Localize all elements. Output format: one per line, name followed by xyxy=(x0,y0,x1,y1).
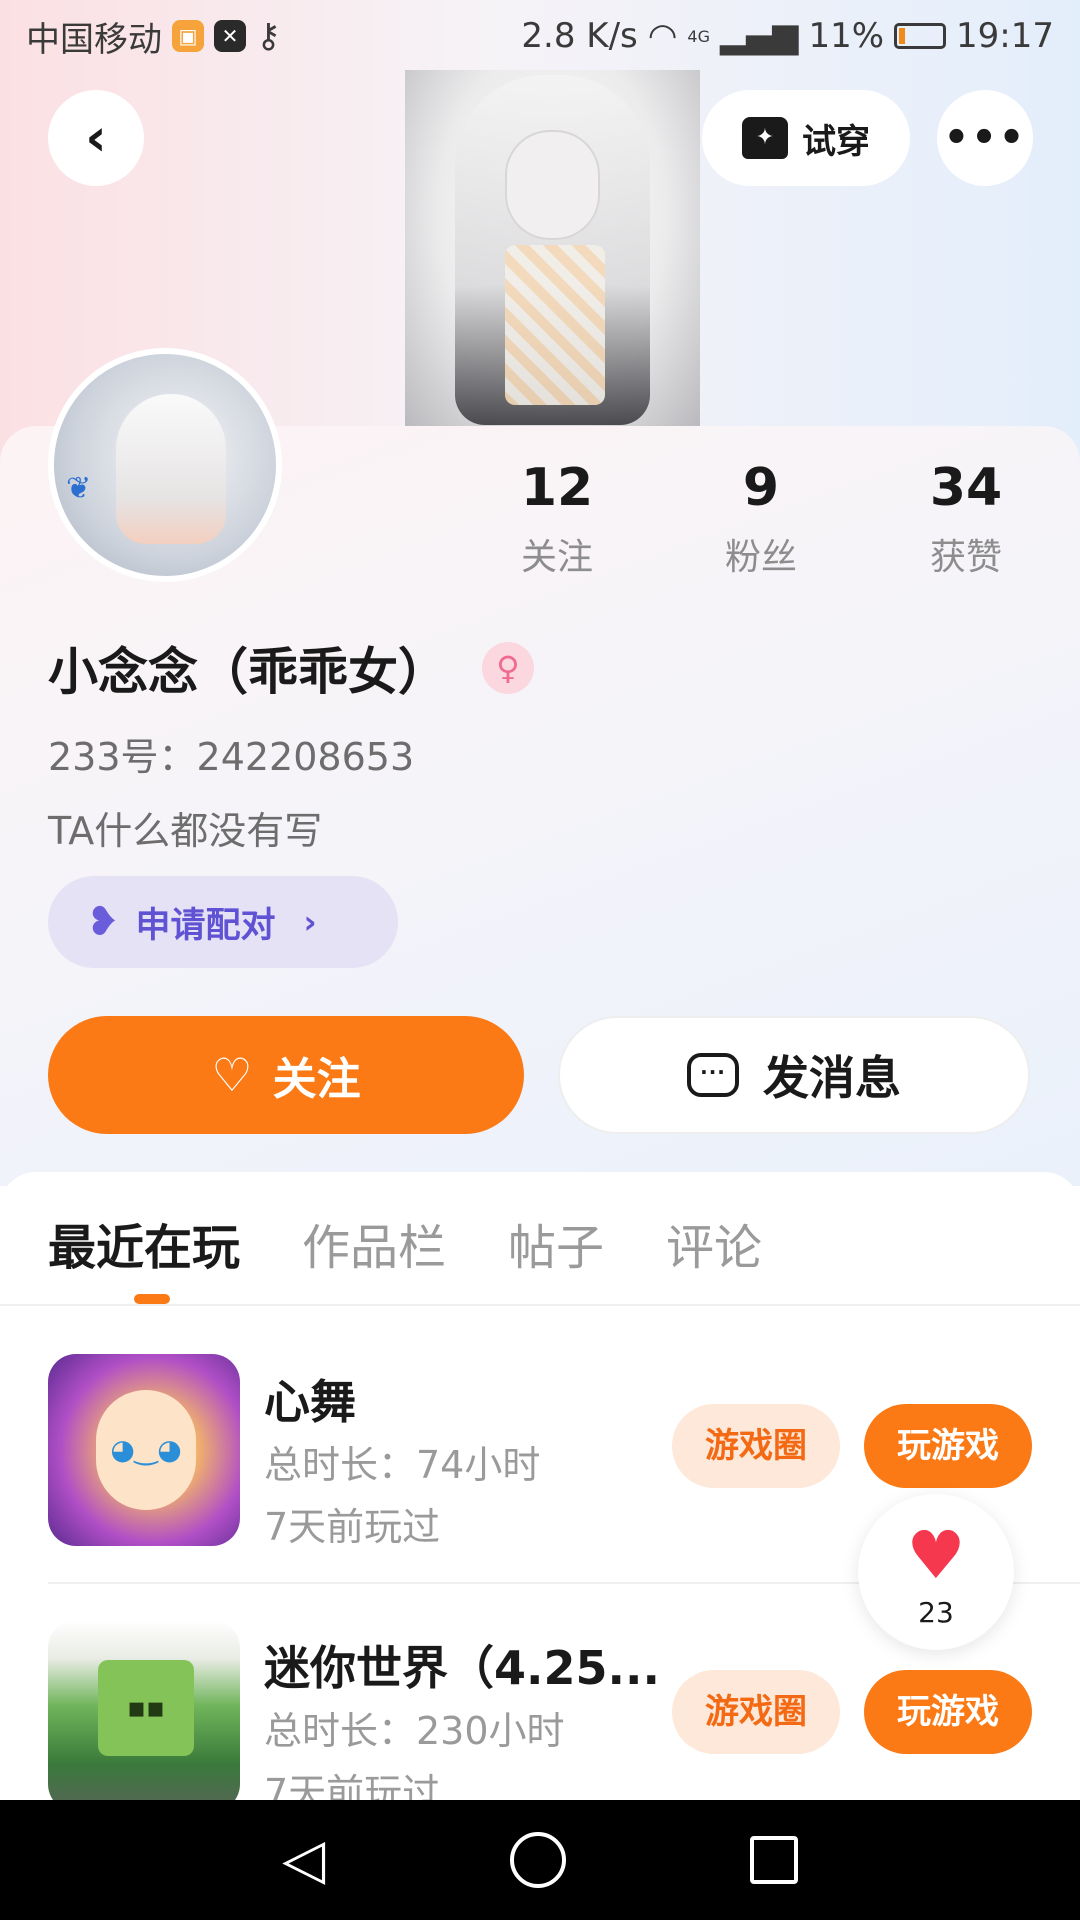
stat-likes[interactable]: 34 获赞 xyxy=(886,456,1046,580)
user-bio: TA什么都没有写 xyxy=(48,809,323,853)
stat-fans[interactable]: 9 粉丝 xyxy=(681,456,841,580)
stat-value: 12 xyxy=(520,458,594,518)
back-chevron-icon: ‹ xyxy=(85,108,107,168)
wifi-icon: ◠ xyxy=(647,16,678,56)
capcut-icon: ✕ xyxy=(214,20,246,52)
network-speed: 2.8 K/s xyxy=(521,16,638,56)
carrier-name: 中国移动 xyxy=(26,19,162,60)
chevron-right-icon: › xyxy=(303,903,317,941)
more-button[interactable]: ••• xyxy=(937,90,1033,186)
send-message-button[interactable]: ··· 发消息 xyxy=(558,1016,1030,1134)
stat-value: 9 xyxy=(742,458,780,518)
game-circle-button[interactable]: 游戏圈 xyxy=(672,1670,840,1754)
nav-home-icon[interactable] xyxy=(509,1832,566,1888)
battery-icon xyxy=(894,23,947,49)
play-game-button[interactable]: 玩游戏 xyxy=(864,1670,1032,1754)
tab-divider xyxy=(0,1304,1080,1306)
stat-label: 关注 xyxy=(520,537,593,578)
play-game-button[interactable]: 玩游戏 xyxy=(864,1404,1032,1488)
send-message-label: 发消息 xyxy=(763,1051,901,1105)
battery-percent: 11% xyxy=(808,16,885,56)
floating-like-button[interactable]: ♥ 23 xyxy=(858,1494,1014,1650)
active-tab-indicator xyxy=(134,1294,170,1304)
back-button[interactable]: ‹ xyxy=(48,90,144,186)
nav-recents-icon[interactable] xyxy=(749,1836,798,1884)
apply-pair-button[interactable]: ❥ 申请配对 › xyxy=(48,876,398,968)
stat-label: 获赞 xyxy=(929,537,1002,578)
chat-bubble-icon: ··· xyxy=(687,1053,739,1097)
game-last-played: 7天前玩过 xyxy=(264,1505,441,1549)
apply-pair-label: 申请配对 xyxy=(135,905,276,946)
game-duration: 总时长：230小时 xyxy=(264,1709,565,1753)
female-icon: ♀ xyxy=(482,642,534,694)
nav-back-icon[interactable]: ◁ xyxy=(282,1832,325,1888)
app-notification-icon: ▣ xyxy=(172,20,204,52)
game-duration: 总时长：74小时 xyxy=(264,1443,541,1487)
system-nav-bar: ◁ xyxy=(0,1800,1080,1920)
tab-works[interactable]: 作品栏 xyxy=(302,1208,446,1278)
name-row: 小念念（乖乖女） ♀ xyxy=(48,632,534,704)
game-title: 迷你世界（4.25... xyxy=(264,1641,660,1695)
heart-icon: ♥ xyxy=(906,1517,966,1594)
pair-heart-icon: ❥ xyxy=(86,899,120,945)
key-icon: ⚷ xyxy=(256,16,281,56)
network-type: 4G xyxy=(687,26,710,46)
game-icon-mini-world: ▪▪ xyxy=(48,1620,240,1812)
shirt-icon: ✦ xyxy=(742,117,788,159)
game-title: 心舞 xyxy=(264,1375,356,1429)
follow-button[interactable]: ♡ 关注 xyxy=(48,1016,524,1134)
status-bar: 中国移动 ▣ ✕ ⚷ 2.8 K/s ◠ 4G ▂▄▆ 11% 19:17 xyxy=(0,0,1080,72)
tab-recently-played[interactable]: 最近在玩 xyxy=(48,1208,240,1278)
signal-icon: ▂▄▆ xyxy=(719,16,799,56)
profile-tabs: 最近在玩 作品栏 帖子 评论 xyxy=(48,1208,762,1278)
game-circle-button[interactable]: 游戏圈 xyxy=(672,1404,840,1488)
try-on-button[interactable]: ✦ 试穿 xyxy=(702,90,910,186)
user-id: 233号：242208653 xyxy=(48,735,415,779)
avatar-character-figure xyxy=(405,70,700,430)
stat-label: 粉丝 xyxy=(724,537,797,578)
user-name: 小念念（乖乖女） xyxy=(48,643,448,701)
game-icon-xinwu: ◕‿◕ xyxy=(48,1354,240,1546)
avatar[interactable]: ❦ xyxy=(48,348,282,582)
try-on-label: 试穿 xyxy=(802,121,870,162)
clock: 19:17 xyxy=(956,16,1054,56)
like-count: 23 xyxy=(918,1596,954,1629)
stat-following[interactable]: 12 关注 xyxy=(477,456,637,580)
follow-label: 关注 xyxy=(272,1054,361,1105)
stat-value: 34 xyxy=(929,458,1003,518)
tab-comments[interactable]: 评论 xyxy=(666,1208,762,1278)
tab-posts[interactable]: 帖子 xyxy=(508,1208,604,1278)
butterfly-icon: ❦ xyxy=(66,471,92,506)
heart-plus-icon: ♡ xyxy=(211,1048,253,1102)
more-dots-icon: ••• xyxy=(943,115,1027,161)
